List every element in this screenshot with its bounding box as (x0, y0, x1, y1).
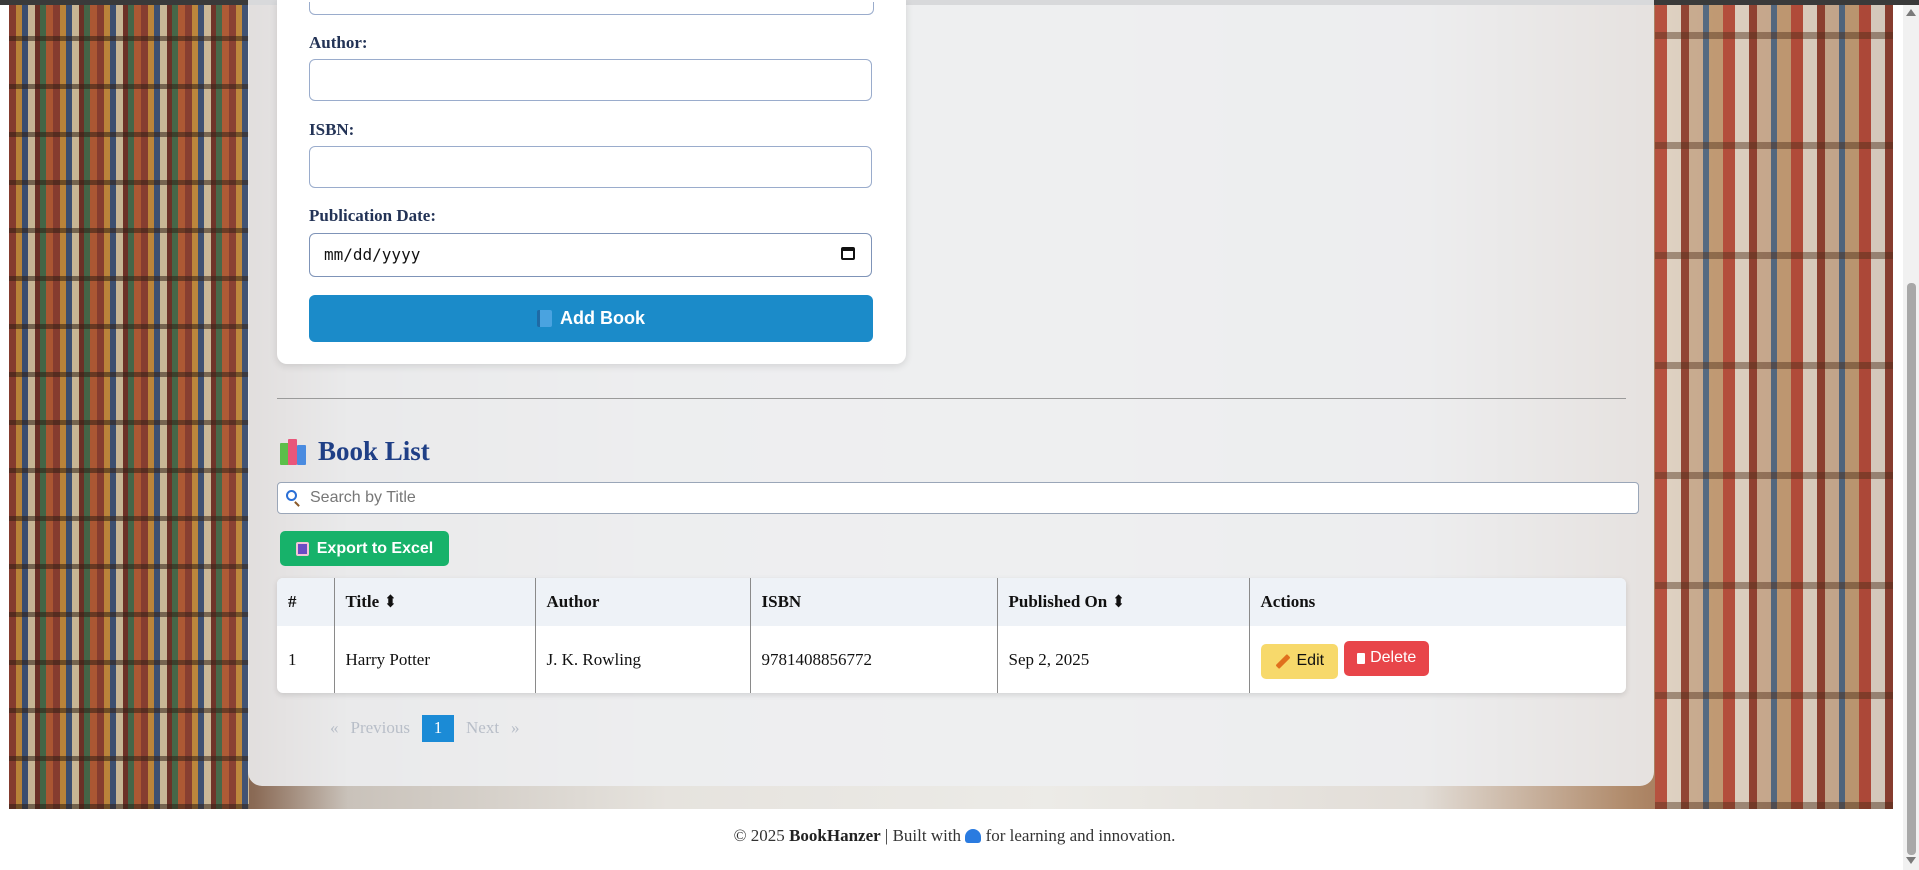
column-header-author: Author (534, 578, 750, 626)
scroll-down-arrow-icon[interactable] (1906, 857, 1916, 864)
row-title: Harry Potter (333, 626, 535, 693)
heart-icon (965, 829, 982, 843)
book-list-title: Book List (318, 436, 430, 466)
publication-date-label: Publication Date: (309, 206, 437, 225)
books-icon (280, 438, 308, 465)
footer-brand: BookHanzer (789, 826, 881, 845)
excel-icon (295, 541, 309, 556)
last-page-link[interactable]: » (511, 718, 520, 738)
export-label: Export to Excel (316, 539, 434, 557)
page-footer: © 2025 BookHanzer | Built with for learn… (0, 826, 1909, 846)
column-header-title[interactable]: Title ⬍ (333, 578, 535, 626)
table-row: 1 Harry Potter J. K. Rowling 97814088567… (277, 626, 1626, 693)
calendar-icon[interactable] (841, 247, 855, 260)
title-field[interactable] (309, 2, 874, 15)
row-author: J. K. Rowling (534, 626, 750, 693)
row-actions: Edit Delete (1248, 626, 1626, 693)
publication-date-field[interactable]: mm/dd/yyyy (309, 233, 872, 277)
pagination: « Previous 1 Next » (330, 714, 520, 742)
row-published: Sep 2, 2025 (996, 626, 1249, 693)
trash-icon (1357, 652, 1366, 664)
search-input[interactable] (277, 482, 1639, 514)
first-page-link[interactable]: « (330, 718, 339, 738)
row-isbn: 9781408856772 (749, 626, 997, 693)
author-label: Author: (309, 33, 368, 52)
page-1-button[interactable]: 1 (422, 714, 454, 742)
book-list-heading: Book List (280, 436, 430, 467)
row-number: 1 (288, 649, 297, 669)
search-icon (286, 490, 297, 501)
footer-tail: for learning and innovation. (985, 826, 1176, 845)
table-header-row: # Title ⬍ Author ISBN Published On ⬍ Act… (277, 578, 1626, 626)
column-header-number: # (277, 578, 334, 626)
column-header-actions: Actions (1248, 578, 1626, 626)
book-icon (537, 310, 552, 327)
column-header-published[interactable]: Published On ⬍ (996, 578, 1249, 626)
delete-button[interactable]: Delete (1344, 640, 1430, 676)
next-page-link[interactable]: Next (466, 718, 499, 738)
right-bookshelves-image (1655, 5, 1893, 809)
add-book-label: Add Book (560, 308, 645, 328)
scrollbar-thumb[interactable] (1907, 283, 1916, 855)
book-table: # Title ⬍ Author ISBN Published On ⬍ Act… (277, 578, 1626, 693)
add-book-button[interactable]: Add Book (309, 295, 873, 342)
footer-built-with: | Built with (884, 826, 962, 845)
date-placeholder: mm/dd/yyyy (324, 245, 421, 264)
edit-button[interactable]: Edit (1260, 643, 1339, 679)
left-bookshelves-image (9, 5, 249, 809)
edit-label: Edit (1296, 652, 1325, 669)
isbn-label: ISBN: (309, 120, 355, 139)
export-excel-button[interactable]: Export to Excel (280, 531, 449, 566)
column-header-isbn: ISBN (749, 578, 997, 626)
section-divider (277, 398, 1626, 399)
pencil-icon (1275, 653, 1290, 669)
delete-label: Delete (1370, 649, 1417, 666)
footer-copyright: © 2025 (733, 826, 785, 845)
scroll-up-arrow-icon[interactable] (1906, 9, 1916, 16)
previous-page-link[interactable]: Previous (351, 718, 411, 738)
isbn-field[interactable] (309, 146, 872, 188)
author-field[interactable] (309, 59, 872, 101)
